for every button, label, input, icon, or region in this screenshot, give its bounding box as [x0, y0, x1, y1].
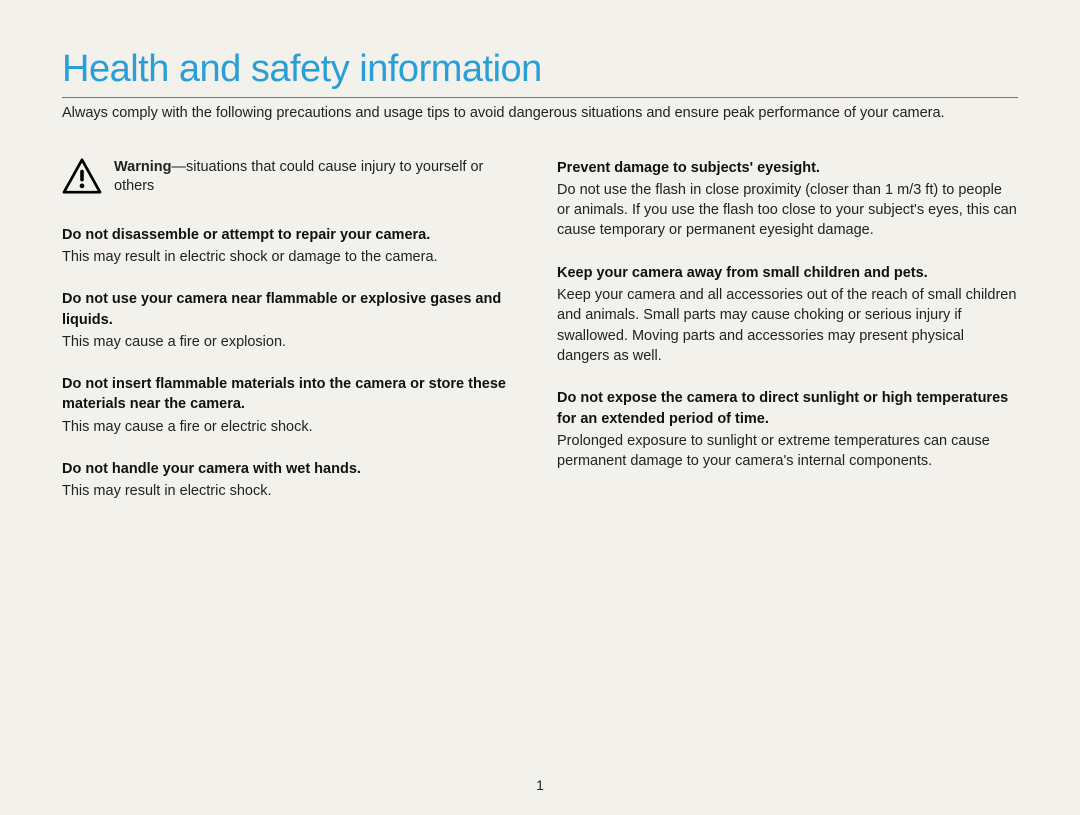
warning-lead: Warning	[114, 159, 171, 175]
safety-item-head: Do not handle your camera with wet hands…	[62, 459, 523, 479]
safety-item: Keep your camera away from small childre…	[557, 263, 1018, 366]
warning-triangle-icon	[62, 158, 102, 194]
safety-item-head: Do not expose the camera to direct sunli…	[557, 388, 1018, 429]
safety-item-body: This may cause a fire or electric shock.	[62, 417, 523, 437]
safety-item: Do not use your camera near flammable or…	[62, 289, 523, 352]
safety-item-body: This may result in electric shock or dam…	[62, 247, 523, 267]
intro-text: Always comply with the following precaut…	[62, 104, 1018, 124]
content-columns: Warning—situations that could cause inju…	[62, 158, 1018, 524]
safety-item-body: Keep your camera and all accessories out…	[557, 285, 1018, 366]
safety-item: Do not insert flammable materials into t…	[62, 374, 523, 437]
warning-block: Warning—situations that could cause inju…	[62, 158, 523, 197]
safety-item-head: Do not use your camera near flammable or…	[62, 289, 523, 330]
safety-item-head: Do not disassemble or attempt to repair …	[62, 225, 523, 245]
safety-item-head: Prevent damage to subjects' eyesight.	[557, 158, 1018, 178]
safety-item-body: Prolonged exposure to sunlight or extrem…	[557, 431, 1018, 472]
safety-item: Do not expose the camera to direct sunli…	[557, 388, 1018, 471]
safety-item: Prevent damage to subjects' eyesight. Do…	[557, 158, 1018, 241]
warning-text: Warning—situations that could cause inju…	[114, 158, 523, 197]
safety-item: Do not disassemble or attempt to repair …	[62, 225, 523, 268]
safety-item-head: Keep your camera away from small childre…	[557, 263, 1018, 283]
page-title: Health and safety information	[62, 48, 1018, 91]
safety-item-body: This may result in electric shock.	[62, 481, 523, 501]
left-column: Warning—situations that could cause inju…	[62, 158, 523, 524]
title-divider	[62, 97, 1018, 98]
page-number: 1	[0, 777, 1080, 793]
safety-item-head: Do not insert flammable materials into t…	[62, 374, 523, 415]
safety-item-body: Do not use the flash in close proximity …	[557, 180, 1018, 241]
right-column: Prevent damage to subjects' eyesight. Do…	[557, 158, 1018, 524]
safety-item: Do not handle your camera with wet hands…	[62, 459, 523, 502]
safety-item-body: This may cause a fire or explosion.	[62, 332, 523, 352]
